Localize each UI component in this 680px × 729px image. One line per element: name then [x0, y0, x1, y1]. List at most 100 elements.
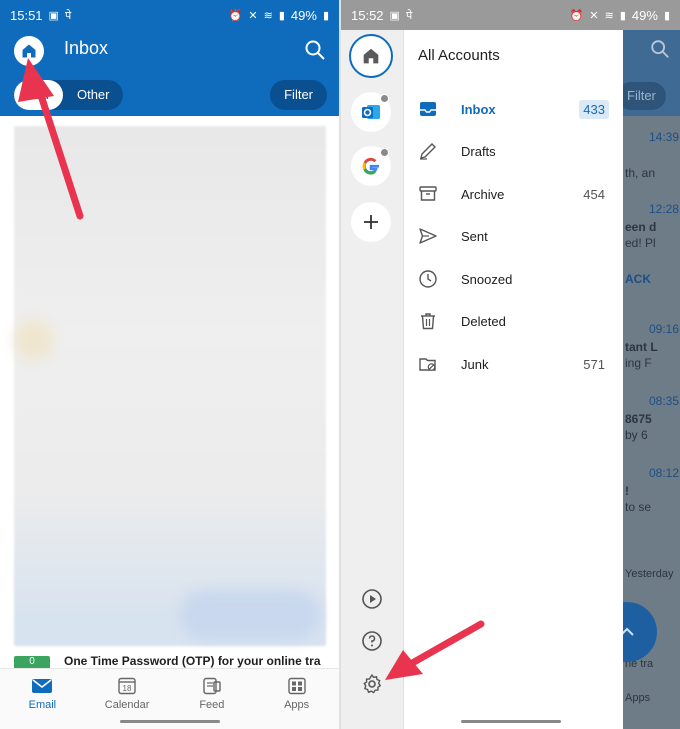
search-icon	[651, 40, 669, 58]
gear-icon[interactable]	[360, 672, 384, 696]
nav-label: Feed	[199, 699, 225, 711]
calendar-day: 18	[123, 684, 132, 693]
add-account-button[interactable]	[351, 202, 391, 242]
app-bar: Inbox sed Other Filter	[0, 30, 339, 116]
nav-label: Apps	[625, 692, 651, 704]
folder-label: Archive	[461, 186, 505, 202]
email-time: 08:35	[649, 394, 680, 408]
calendar-icon: 18	[118, 677, 136, 695]
plus-icon	[364, 215, 378, 229]
nav-email[interactable]: Email	[0, 669, 85, 729]
home-button[interactable]	[14, 36, 44, 66]
email-snippet: th, an	[625, 166, 656, 180]
gallery-icon: ▣	[389, 9, 400, 22]
folder-sent[interactable]: Sent	[404, 215, 623, 257]
deleted-icon	[421, 313, 435, 330]
all-accounts-button[interactable]	[349, 34, 393, 78]
folder-label: Junk	[461, 356, 489, 372]
tab-other[interactable]: Other	[63, 80, 124, 110]
outlook-account-button[interactable]	[351, 92, 391, 132]
nav-apps[interactable]: Apps	[254, 669, 339, 729]
inbox-screen: 15:51 ▣ पे ⏰ ✕ ≋ ▮ 49% ▮ Inbox sed Other…	[0, 0, 339, 729]
blur-spot	[14, 320, 54, 360]
folder-drafts[interactable]: Drafts	[404, 130, 623, 172]
folder-junk[interactable]: Junk 571	[404, 343, 623, 385]
battery-icon: ▮	[663, 9, 670, 22]
folder-archive[interactable]: Archive 454	[404, 173, 623, 215]
play-icon[interactable]	[360, 587, 384, 611]
nav-label: Apps	[284, 699, 310, 711]
google-icon	[362, 157, 379, 175]
battery-level: 49%	[631, 7, 658, 23]
wifi-icon: ≋	[604, 9, 614, 22]
email-subject: One Time Password (OTP) for your online …	[64, 656, 321, 668]
email-time: 14:39	[649, 130, 680, 144]
folder-count: 454	[583, 186, 605, 202]
status-time: 15:51	[10, 7, 43, 23]
help-icon[interactable]	[360, 629, 384, 653]
folder-label: Inbox	[461, 101, 496, 117]
account-rail	[341, 30, 404, 729]
feed-icon	[203, 677, 221, 695]
nav-label: Email	[28, 699, 57, 711]
notification-icon: पे	[64, 9, 72, 22]
folder-snoozed[interactable]: Snoozed	[404, 258, 623, 300]
email-snippet: ACK	[625, 272, 651, 286]
folder-count: 571	[583, 356, 605, 372]
inbox-title: Inbox	[64, 38, 109, 58]
tab-focused[interactable]: sed	[14, 80, 63, 110]
sent-icon	[419, 228, 437, 244]
home-icon	[22, 44, 36, 58]
email-snippet: by 6	[625, 428, 648, 442]
google-account-button[interactable]	[351, 146, 391, 186]
email-snippet: 8675	[625, 412, 652, 426]
search-icon[interactable]	[303, 38, 327, 62]
mute-icon: ✕	[248, 9, 258, 22]
blurred-email-list	[14, 126, 326, 646]
status-bar: 15:51 ▣ पे ⏰ ✕ ≋ ▮ 49% ▮	[0, 0, 339, 30]
email-snippet: !	[625, 484, 629, 498]
mute-icon: ✕	[589, 9, 599, 22]
folder-deleted[interactable]: Deleted	[404, 300, 623, 342]
snoozed-icon	[419, 270, 437, 288]
battery-level: 49%	[290, 7, 317, 23]
sender-avatar: 0	[14, 656, 50, 668]
alarm-icon: ⏰	[228, 9, 243, 22]
filter-button: Filter	[623, 82, 666, 110]
apps-icon	[287, 677, 306, 695]
folder-label: Sent	[461, 228, 488, 244]
status-badge	[380, 148, 389, 157]
folder-label: Snoozed	[461, 271, 513, 287]
folder-label: Drafts	[461, 143, 496, 159]
email-icon	[32, 679, 53, 693]
email-time: 08:12	[649, 466, 680, 480]
inbox-icon	[420, 102, 436, 116]
list-item[interactable]: 0 One Time Password (OTP) for your onlin…	[14, 656, 334, 668]
email-time: 12:28	[649, 202, 680, 216]
archive-icon	[419, 186, 437, 201]
wifi-icon: ≋	[263, 9, 273, 22]
drawer-title: All Accounts	[418, 47, 500, 64]
folder-inbox[interactable]: Inbox 433	[404, 88, 623, 130]
nav-label: Calendar	[104, 699, 150, 711]
blur-spot	[180, 590, 320, 640]
gallery-icon: ▣	[48, 9, 59, 22]
folder-label: Deleted	[461, 313, 506, 329]
gesture-bar	[119, 720, 220, 723]
folder-drawer: All Accounts Inbox 433 Drafts Archive 45…	[404, 30, 623, 729]
email-snippet: een d	[625, 220, 657, 234]
notification-icon: पे	[405, 9, 413, 22]
alarm-icon: ⏰	[569, 9, 584, 22]
drawer-screen: 15:52 ▣ पे ⏰ ✕ ≋ ▮ 49% ▮ Filter 14:39 th…	[341, 0, 680, 729]
email-snippet: ing F	[625, 356, 652, 370]
email-time: 09:16	[649, 322, 680, 336]
home-icon	[363, 48, 379, 64]
status-time: 15:52	[351, 7, 384, 23]
email-snippet: to se	[625, 500, 652, 514]
email-time: Yesterday	[625, 568, 674, 580]
status-badge	[380, 94, 389, 103]
email-snippet: ed! Pl	[625, 236, 656, 250]
inbox-tabs: sed Other	[14, 80, 124, 110]
filter-button[interactable]: Filter	[270, 80, 327, 110]
signal-icon: ▮	[619, 9, 626, 22]
